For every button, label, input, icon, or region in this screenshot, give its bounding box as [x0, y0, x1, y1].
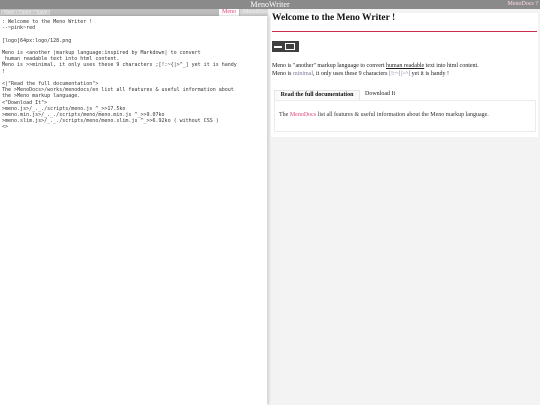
app-title: MenoWriter	[250, 0, 290, 9]
intro-text: Meno is	[272, 71, 293, 77]
panel-prefix: The	[279, 112, 290, 118]
tab-panel: The MenoDocs list all features & useful …	[274, 100, 536, 132]
page-title: Welcome to the Meno Writer !	[272, 13, 396, 23]
source-editor[interactable]: : Welcome to the Meno Writer ! --~pink~r…	[0, 16, 267, 405]
intro-paragraph: Meno is "another" markup language to con…	[272, 62, 538, 78]
open-button[interactable]: Open	[16, 10, 35, 16]
preview-pane: Welcome to the Meno Writer ! Meno is "an…	[268, 9, 540, 405]
intro-text: Meno is "another" markup language to con…	[272, 63, 387, 69]
intro-chars: [!:~{|>^]	[388, 71, 411, 77]
intro-text: text into html content.	[424, 63, 479, 69]
logo-m-icon	[285, 43, 295, 50]
editor-text[interactable]: : Welcome to the Meno Writer ! --~pink~r…	[0, 16, 267, 134]
logo-dash-icon	[274, 46, 282, 48]
tab-meno[interactable]: Meno	[219, 9, 239, 16]
menodocs-help-link[interactable]: MenoDocs ?	[508, 0, 539, 9]
intro-text: , it only uses these 9 characters	[313, 71, 389, 77]
tab-download-it[interactable]: Download It	[365, 90, 395, 99]
preview-content: Welcome to the Meno Writer ! Meno is "an…	[271, 13, 538, 137]
title-bar: MenoWriter MenoDocs ?	[0, 0, 540, 9]
tab-read-documentation[interactable]: Read the full documentation	[274, 90, 360, 100]
panel-text: The MenoDocs list all features & useful …	[279, 111, 489, 119]
intro-underline: human readable	[386, 63, 425, 69]
title-divider	[272, 31, 537, 32]
panel-suffix: list all features & useful information a…	[316, 112, 489, 118]
new-button[interactable]: New	[1, 10, 18, 16]
meno-logo	[272, 41, 299, 52]
intro-minimal: minimal	[293, 71, 313, 77]
menodocs-link[interactable]: MenoDocs	[290, 112, 316, 118]
save-button[interactable]: Save	[33, 10, 51, 16]
tab-menodocs[interactable]: MenoDocs	[240, 9, 269, 16]
intro-text: yet it is handy !	[410, 71, 449, 77]
